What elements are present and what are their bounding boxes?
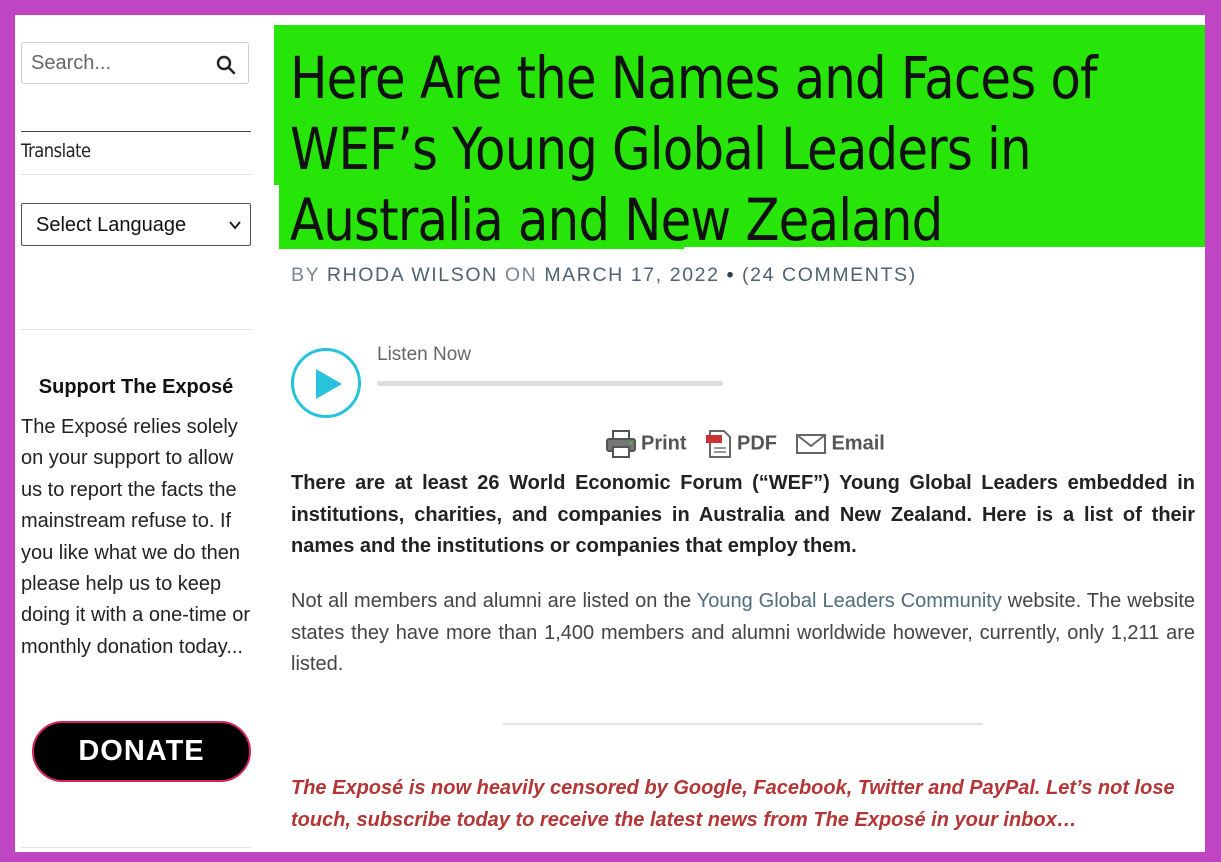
print-pdf-email-bar: Print PDF Email	[605, 429, 899, 461]
sidebar-divider	[21, 329, 251, 330]
title-banner: Here Are the Names and Faces of WEF’s Yo…	[274, 25, 1205, 254]
page: Translate Select Language Support The Ex…	[15, 15, 1205, 852]
play-icon	[316, 369, 342, 399]
article-paragraph: Not all members and alumni are listed on…	[291, 586, 1195, 681]
date-link[interactable]: MARCH 17, 2022	[544, 264, 719, 286]
pdf-icon	[706, 430, 732, 458]
language-select-value: Select Language	[36, 214, 187, 236]
sidebar-divider	[21, 174, 251, 175]
chevron-down-icon	[229, 221, 241, 230]
comments-close: )	[908, 264, 917, 286]
search-icon[interactable]	[216, 55, 236, 75]
language-select[interactable]: Select Language	[21, 203, 251, 246]
content-divider	[503, 723, 983, 725]
print-button[interactable]: Print	[605, 429, 687, 459]
article-title: Here Are the Names and Faces of WEF’s Yo…	[290, 44, 1098, 254]
pdf-button[interactable]: PDF	[705, 429, 777, 459]
comments-open: (	[742, 264, 751, 286]
email-icon	[796, 434, 827, 454]
search-box[interactable]	[21, 42, 249, 84]
comments-link[interactable]: 24 COMMENTS	[750, 264, 908, 286]
young-global-leaders-link[interactable]: Young Global Leaders Community	[697, 590, 1002, 612]
email-label: Email	[831, 432, 885, 455]
sidebar-divider	[21, 131, 251, 132]
donate-button[interactable]: DONATE	[32, 721, 251, 782]
listen-now-label: Listen Now	[377, 344, 471, 365]
meta-bullet: •	[726, 264, 736, 286]
paragraph-text: Not all members and alumni are listed on…	[291, 590, 697, 612]
printer-icon	[606, 430, 636, 458]
article-lead: There are at least 26 World Economic For…	[291, 472, 1195, 557]
article-meta: BY RHODA WILSON ON MARCH 17, 2022 • (24 …	[291, 264, 917, 287]
sidebar-divider	[21, 847, 251, 848]
print-label: Print	[641, 432, 687, 455]
support-heading: Support The Exposé	[38, 376, 234, 398]
search-input[interactable]	[31, 52, 211, 75]
audio-progress-bar[interactable]	[377, 381, 723, 386]
meta-on: ON	[504, 264, 538, 286]
censorship-notice: The Exposé is now heavily censored by Go…	[291, 777, 1175, 831]
author-link[interactable]: RHODA WILSON	[327, 264, 498, 286]
pdf-label: PDF	[737, 432, 778, 455]
email-button[interactable]: Email	[795, 432, 885, 456]
support-text: The Exposé relies solely on your support…	[21, 416, 251, 658]
play-button[interactable]	[291, 348, 361, 418]
title-banner-notch	[274, 185, 279, 249]
meta-by: BY	[291, 264, 320, 286]
translate-heading: Translate	[21, 140, 91, 162]
